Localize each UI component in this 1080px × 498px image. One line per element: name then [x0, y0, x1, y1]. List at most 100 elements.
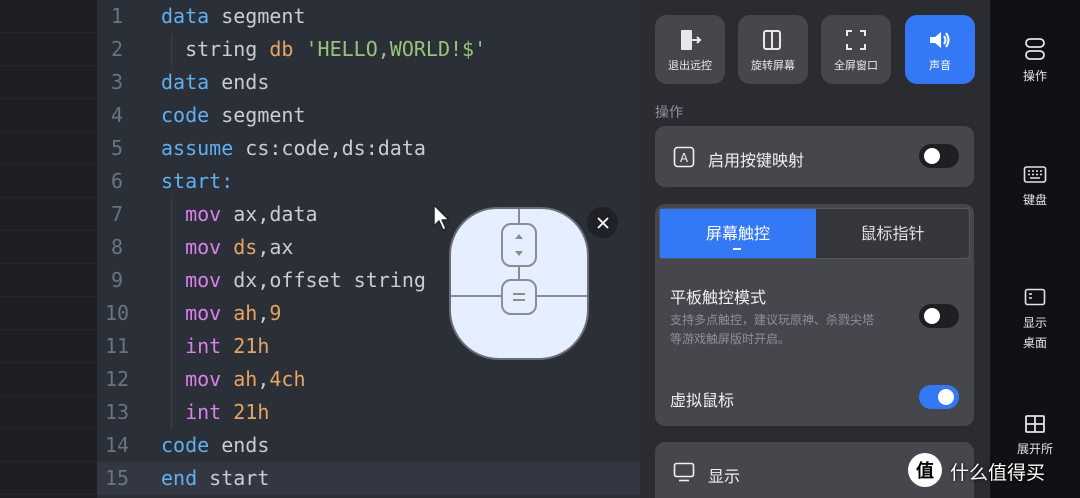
code-text: end start [161, 462, 269, 495]
line-number: 8 [110, 235, 124, 259]
svg-text:值: 值 [916, 460, 934, 482]
fullscreen-icon [846, 30, 866, 50]
rotate-screen-button[interactable]: 旋转屏幕 [738, 15, 808, 84]
key-mapping-label: 启用按键映射 [708, 151, 805, 170]
code-line[interactable]: 4 code segment [97, 99, 640, 132]
speaker-icon [930, 32, 950, 48]
rail-item-operate[interactable]: 操作 [990, 37, 1080, 84]
code-text: code segment [161, 99, 306, 132]
line-number: 13 [104, 400, 130, 424]
sound-button[interactable]: 声音 [905, 15, 975, 84]
smzdm-logo: 值 [908, 453, 942, 487]
mode-segmented-control: 屏幕触控 鼠标指针 [659, 208, 970, 259]
exit-door-icon [681, 30, 702, 50]
code-text: mov dx,offset string [161, 264, 426, 297]
grid-icon [1025, 415, 1045, 433]
middle-button[interactable] [501, 279, 537, 315]
rail-item-keyboard[interactable]: 键盘 [990, 165, 1080, 208]
code-line[interactable]: 14 code ends [97, 429, 640, 462]
code-token: mov [161, 367, 222, 391]
smzdm-watermark: 值 什么值得买 [908, 453, 1078, 491]
code-token: db [269, 37, 294, 61]
rotate-screen-icon [763, 30, 781, 50]
line-number: 2 [110, 37, 124, 61]
display-label: 显示 [708, 467, 741, 486]
code-line[interactable]: 15 end start [97, 462, 640, 495]
key-mapping-toggle[interactable] [919, 144, 959, 168]
code-token: mov [161, 235, 222, 259]
code-token: int [161, 334, 222, 358]
code-text: mov ax,data [161, 198, 317, 231]
line-number: 14 [104, 433, 130, 457]
code-line[interactable]: 1 data segment [97, 0, 640, 33]
line-number: 1 [110, 4, 124, 28]
left-background-strip [0, 0, 97, 498]
rail-item-expand[interactable]: 展开所 [990, 414, 1080, 457]
line-number: 6 [110, 169, 124, 193]
code-line[interactable]: 5 assume cs:code,ds:data [97, 132, 640, 165]
scroll-wheel[interactable] [501, 223, 537, 267]
code-token: , [257, 367, 270, 391]
code-token: mov [161, 202, 222, 226]
mouse-cursor-icon [433, 204, 450, 231]
line-number: 5 [110, 136, 124, 160]
tablet-mode-toggle[interactable] [919, 304, 959, 328]
code-token: mov [161, 301, 222, 325]
menu-lines-icon [513, 293, 525, 301]
tab-screen-touch[interactable]: 屏幕触控 [660, 209, 816, 258]
code-token: 21h [221, 400, 270, 424]
code-line[interactable]: 3 data ends [97, 66, 640, 99]
code-line[interactable]: 12 mov ah,4ch [97, 363, 640, 396]
scroll-up-icon [515, 234, 523, 239]
code-text: mov ah,9 [161, 297, 281, 330]
code-token: ends [209, 433, 270, 457]
code-token: code [161, 103, 210, 127]
close-icon [596, 216, 609, 229]
code-token: ds [221, 235, 258, 259]
line-number: 11 [104, 334, 130, 358]
code-token: start [197, 466, 270, 490]
keyboard-icon [1023, 166, 1047, 183]
code-token: dx,offset string [221, 268, 426, 292]
code-token: ends [209, 70, 270, 94]
line-number: 4 [110, 103, 124, 127]
code-text: start: [161, 165, 233, 198]
code-text: mov ds,ax [161, 231, 293, 264]
line-number: 12 [104, 367, 130, 391]
rail-item-show-desktop[interactable]: 显示 桌面 [990, 288, 1080, 351]
code-token: ,ax [257, 235, 294, 259]
close-virtual-mouse-button[interactable] [587, 207, 618, 238]
virtual-mouse-widget[interactable] [449, 207, 589, 360]
code-text: int 21h [161, 396, 269, 429]
key-mapping-card: A 启用按键映射 [655, 126, 974, 187]
code-token: segment [209, 103, 306, 127]
code-text: data ends [161, 66, 269, 99]
code-line[interactable]: 2 string db 'HELLO,WORLD!$' [97, 33, 640, 66]
code-token: 9 [269, 301, 282, 325]
side-rail: 操作 键盘 显示 桌面 展开所 [990, 0, 1080, 498]
code-token: string [161, 37, 270, 61]
code-text: mov ah,4ch [161, 363, 306, 396]
code-text: string db 'HELLO,WORLD!$' [161, 33, 486, 66]
code-line[interactable]: 6 start: [97, 165, 640, 198]
line-number: 15 [104, 466, 130, 490]
line-number: 10 [104, 301, 130, 325]
line-number: 9 [110, 268, 124, 292]
code-token: start: [161, 169, 234, 193]
tab-mouse-pointer[interactable]: 鼠标指针 [816, 209, 969, 258]
code-token: mov [161, 268, 222, 292]
code-token: cs:code,ds:data [233, 136, 426, 160]
key-mapping-icon: A [673, 146, 695, 168]
code-line[interactable]: 13 int 21h [97, 396, 640, 429]
exit-remote-button[interactable]: 退出远控 [655, 15, 725, 84]
code-token: int [161, 400, 222, 424]
code-token: end [161, 466, 198, 490]
code-token: 21h [221, 334, 270, 358]
virtual-mouse-toggle[interactable] [919, 385, 959, 409]
fullscreen-window-button[interactable]: 全屏窗口 [821, 15, 891, 84]
code-token: 4ch [269, 367, 306, 391]
code-token: code [161, 433, 210, 457]
code-token: 'HELLO,WORLD!$' [293, 37, 487, 61]
code-text: int 21h [161, 330, 269, 363]
line-number: 3 [110, 70, 124, 94]
